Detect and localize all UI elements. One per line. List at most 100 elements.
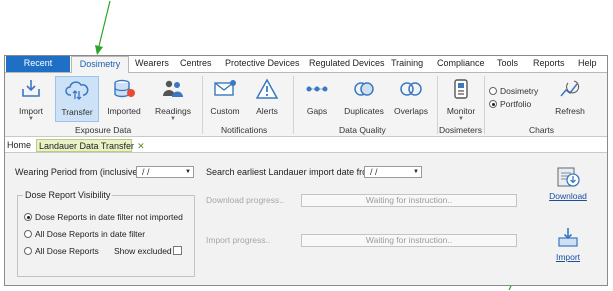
transfer-ribbon-button[interactable]: Transfer (55, 76, 99, 122)
chevron-down-icon: ▼ (458, 116, 464, 122)
overlaps-icon (400, 82, 422, 96)
search-earliest-date-picker[interactable]: / / ▼ (364, 166, 422, 178)
download-button[interactable]: Download (545, 165, 591, 201)
doc-tab-label: Landauer Data Transfer (39, 141, 135, 151)
search-earliest-label: Search earliest Landauer import date fro… (206, 167, 378, 177)
import-progress-label: Import progress.. (206, 235, 271, 245)
close-icon[interactable]: ✕ (137, 141, 145, 151)
custom-ribbon-label: Custom (210, 106, 240, 116)
group-label-charts: Charts (529, 125, 555, 135)
ribbon: Import ▼ Transfer Imported Readings ▼ Ex… (5, 72, 607, 137)
menu-tab-tools[interactable]: Tools (497, 56, 518, 72)
radio-all-dose-reports[interactable]: All Dose Reports (24, 246, 99, 256)
download-tray-icon (22, 80, 40, 97)
radio-dosimetry[interactable]: Dosimetry (489, 86, 538, 96)
duplicates-ribbon-label: Duplicates (344, 106, 384, 116)
dose-report-visibility-legend: Dose Report Visibility (23, 190, 113, 200)
import-ribbon-button[interactable]: Import ▼ (12, 76, 50, 122)
group-separator (437, 76, 438, 134)
menu-tab-reports[interactable]: Reports (533, 56, 565, 72)
chevron-down-icon[interactable]: ▼ (185, 167, 191, 177)
imported-ribbon-button[interactable]: Imported (103, 76, 145, 122)
import-link-label[interactable]: Import (545, 252, 591, 262)
wearing-period-date-picker[interactable]: / / ▼ (136, 166, 194, 178)
wearing-period-label: Wearing Period from (inclusive): (15, 167, 143, 177)
group-label-notifications: Notifications (221, 125, 268, 135)
envelope-icon (214, 80, 236, 96)
annotation-arrow-top (95, 0, 111, 55)
menu-bar: Recent Dosimetry Wearers Centres Protect… (5, 56, 607, 73)
gaps-ribbon-label: Gaps (306, 106, 328, 116)
monitor-ribbon-button[interactable]: Monitor ▼ (441, 76, 481, 122)
refresh-ribbon-button[interactable]: Refresh (551, 76, 589, 122)
radio-not-imported-label: Dose Reports in date filter not imported (35, 212, 183, 222)
download-link-label[interactable]: Download (545, 191, 591, 201)
overlaps-ribbon-label: Overlaps (393, 106, 428, 116)
refresh-ribbon-label: Refresh (555, 106, 585, 116)
group-label-dosimeters: Dosimeters (439, 125, 482, 135)
dose-report-visibility-group: Dose Report Visibility Dose Reports in d… (17, 190, 195, 277)
custom-ribbon-button[interactable]: Custom (206, 76, 244, 122)
import-button[interactable]: Import (545, 226, 591, 262)
chevron-down-icon: ▼ (28, 116, 34, 122)
imported-ribbon-label: Imported (107, 106, 141, 116)
radio-dosimetry-label: Dosimetry (500, 86, 539, 96)
gaps-dots-icon (306, 86, 328, 92)
duplicates-ribbon-button[interactable]: Duplicates (341, 76, 387, 122)
app-window: Recent Dosimetry Wearers Centres Protect… (4, 55, 608, 286)
radio-in-date-filter-circle[interactable] (24, 230, 32, 238)
radio-in-date-filter[interactable]: All Dose Reports in date filter (24, 229, 145, 239)
warning-icon (255, 78, 279, 99)
document-tabs: Home Landauer Data Transfer ✕ (5, 138, 607, 153)
radio-portfolio-label: Portfolio (500, 99, 532, 109)
chevron-down-icon[interactable]: ▼ (413, 167, 419, 177)
transfer-panel: Wearing Period from (inclusive): / / ▼ Se… (5, 153, 607, 285)
readings-ribbon-button[interactable]: Readings ▼ (151, 76, 195, 122)
chevron-down-icon: ▼ (170, 116, 176, 122)
gaps-ribbon-button[interactable]: Gaps (299, 76, 335, 122)
radio-all-dose-reports-circle[interactable] (24, 247, 32, 255)
download-progress-bar: Waiting for instruction.. (301, 194, 517, 207)
radio-portfolio-circle[interactable] (489, 100, 497, 108)
monitor-ribbon-label: Monitor (446, 106, 476, 116)
chart-refresh-icon (560, 80, 580, 97)
doc-tab-landauer-data-transfer[interactable]: Landauer Data Transfer ✕ (36, 139, 145, 152)
menu-tab-protective-devices[interactable]: Protective Devices (225, 56, 300, 72)
menu-tab-centres[interactable]: Centres (180, 56, 212, 72)
group-separator (202, 76, 203, 134)
menu-tab-help[interactable]: Help (578, 56, 597, 72)
radio-portfolio[interactable]: Portfolio (489, 99, 531, 109)
show-excluded-checkbox[interactable] (173, 246, 182, 255)
radio-dosimetry-circle[interactable] (489, 87, 497, 95)
menu-tab-dosimetry[interactable]: Dosimetry (71, 56, 129, 73)
radio-in-date-filter-label: All Dose Reports in date filter (35, 229, 146, 239)
badge-monitor-icon (454, 79, 468, 99)
alerts-ribbon-button[interactable]: Alerts (249, 76, 285, 122)
import-progress-bar: Waiting for instruction.. (301, 234, 517, 247)
duplicates-icon (354, 82, 374, 96)
group-separator (484, 76, 485, 134)
group-label-exposure-data: Exposure Data (75, 125, 132, 135)
alerts-ribbon-label: Alerts (256, 106, 278, 116)
database-icon (114, 79, 135, 98)
radio-not-imported[interactable]: Dose Reports in date filter not imported (24, 212, 183, 222)
people-readings-icon (163, 80, 183, 97)
readings-ribbon-label: Readings (155, 106, 191, 116)
menu-tab-recent[interactable]: Recent (6, 56, 70, 72)
cloud-transfer-icon (65, 81, 89, 100)
radio-all-dose-reports-label: All Dose Reports (35, 246, 99, 256)
menu-tab-compliance[interactable]: Compliance (437, 56, 485, 72)
import-ribbon-label: Import (18, 106, 44, 116)
overlaps-ribbon-button[interactable]: Overlaps (389, 76, 433, 122)
menu-tab-wearers[interactable]: Wearers (135, 56, 169, 72)
import-box-icon (558, 228, 578, 247)
menu-tab-training[interactable]: Training (391, 56, 423, 72)
menu-tab-regulated-devices[interactable]: Regulated Devices (309, 56, 385, 72)
radio-not-imported-circle[interactable] (24, 213, 32, 221)
wearing-period-value: / / (142, 167, 150, 177)
search-earliest-value: / / (370, 167, 378, 177)
doc-tab-home[interactable]: Home (7, 139, 31, 152)
group-label-data-quality: Data Quality (339, 125, 386, 135)
show-excluded-label: Show excluded (114, 246, 172, 256)
transfer-ribbon-label: Transfer (61, 107, 93, 117)
